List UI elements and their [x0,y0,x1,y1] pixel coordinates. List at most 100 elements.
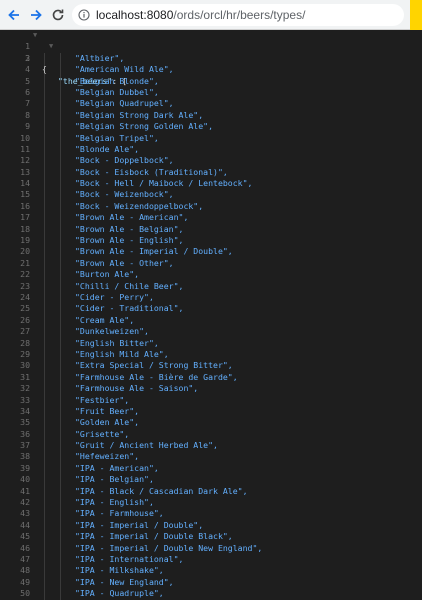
json-string-value: "Altbier", [75,52,125,63]
line-number: 47 [20,553,30,564]
code-line: 26 "Cream Ale", [0,315,422,326]
code-line: 34 "Fruit Beer", [0,406,422,417]
code-line: 42 "IPA - English", [0,497,422,508]
line-number: 5 [25,75,30,86]
code-line: 40 "IPA - Belgian", [0,474,422,485]
code-line: 37 "Gruit / Ancient Herbed Ale", [0,440,422,451]
json-string-value: "IPA - New England", [75,576,174,587]
line-number: 42 [20,497,30,508]
code-line: 8 "Belgian Strong Dark Ale", [0,110,422,121]
code-line: 44 "IPA - Imperial / Double", [0,520,422,531]
line-number: 19 [20,235,30,246]
info-icon[interactable] [78,9,90,21]
line-number: 7 [25,98,30,109]
json-string-value: "IPA - Imperial / Double", [75,519,204,530]
json-string-value: "Fruit Beer", [75,405,140,416]
json-string-value: "Blonde Ale", [75,143,140,154]
code-line: 9 "Belgian Strong Golden Ale", [0,121,422,132]
json-string-value: "English Bitter", [75,337,159,348]
json-string-value: "Bock - Weizendoppelbock", [75,200,204,211]
code-line: 19 "Brown Ale - English", [0,235,422,246]
code-line: 24 "Cider - Perry", [0,292,422,303]
json-string-value: "Grisette", [75,428,130,439]
line-number: 45 [20,531,30,542]
code-line: 31 "Farmhouse Ale - Bière de Garde", [0,372,422,383]
json-viewer: 1 ▼ { 2 ▼ "the_beers": [ 3 "Altbier", 4 "Am… [0,30,422,600]
code-line: 7 "Belgian Quadrupel", [0,98,422,109]
json-string-value: "English Mild Ale", [75,348,169,359]
json-string-value: "Brown Ale - American", [75,212,189,223]
forward-button[interactable] [26,5,46,25]
code-line: 33 "Festbier", [0,395,422,406]
line-number: 6 [25,86,30,97]
line-number: 15 [20,189,30,200]
json-string-value: "Brown Ale - Imperial / Double", [75,246,233,257]
line-number: 44 [20,519,30,530]
code-line: 38 "Hefeweizen", [0,451,422,462]
line-number: 16 [20,200,30,211]
json-string-value: "IPA - Milkshake", [75,565,164,576]
line-number: 14 [20,178,30,189]
code-line: 32 "Farmhouse Ale - Saison", [0,383,422,394]
code-line: 1 ▼ { [0,30,422,74]
line-number: 50 [20,588,30,599]
line-number: 10 [20,132,30,143]
code-line: 21 "Brown Ale - Other", [0,258,422,269]
address-bar[interactable]: localhost:8080/ords/orcl/hr/beers/types/ [72,4,404,26]
arrow-right-icon [31,9,42,21]
json-string-value: "Golden Ale", [75,417,140,428]
url-path: /ords/orcl/hr/beers/types/ [173,8,306,22]
code-line: 46 "IPA - Imperial / Double New England", [0,543,422,554]
line-number: 25 [20,303,30,314]
line-number: 27 [20,326,30,337]
reload-button[interactable] [48,5,68,25]
line-number: 43 [20,508,30,519]
code-line: 45 "IPA - Imperial / Double Black", [0,531,422,542]
json-string-value: "Extra Special / Strong Bitter", [75,360,233,371]
json-string-value: "Cider - Perry", [75,291,154,302]
json-string-value: "IPA - American", [75,462,159,473]
code-line: 14 "Bock - Hell / Maibock / Lentebock", [0,178,422,189]
line-number: 8 [25,109,30,120]
code-line: 15 "Bock - Weizenbock", [0,189,422,200]
line-number: 41 [20,485,30,496]
code-line: 28 "English Bitter", [0,338,422,349]
json-string-value: "Farmhouse Ale - Saison", [75,383,199,394]
json-string-value: "Chilli / Chile Beer", [75,280,184,291]
code-line: 12 "Bock - Doppelbock", [0,155,422,166]
json-string-value: "Bock - Weizenbock", [75,189,174,200]
json-string-value: "Festbier", [75,394,130,405]
code-line: 10 "Belgian Tripel", [0,133,422,144]
line-number: 34 [20,405,30,416]
fold-toggle-icon[interactable]: ▼ [49,41,53,52]
json-string-value: "Belgian Dubbel", [75,86,159,97]
code-line: 49 "IPA - New England", [0,577,422,588]
reload-icon [52,9,64,21]
line-number: 31 [20,371,30,382]
json-string-value: "Belgian Quadrupel", [75,98,174,109]
json-string-value: "IPA - Black / Cascadian Dark Ale", [75,485,248,496]
browser-toolbar: localhost:8080/ords/orcl/hr/beers/types/ [0,0,422,30]
code-line: 23 "Chilli / Chile Beer", [0,281,422,292]
code-line: 6 "Belgian Dubbel", [0,87,422,98]
line-number: 21 [20,257,30,268]
code-line: 39 "IPA - American", [0,463,422,474]
json-string-value: "Brown Ale - Other", [75,257,174,268]
line-number: 40 [20,474,30,485]
code-line: 41 "IPA - Black / Cascadian Dark Ale", [0,486,422,497]
code-line: 30 "Extra Special / Strong Bitter", [0,360,422,371]
code-line: 18 "Brown Ale - Belgian", [0,224,422,235]
fold-toggle-icon[interactable]: ▼ [33,30,37,41]
line-number: 46 [20,542,30,553]
line-number: 26 [20,314,30,325]
code-line: 43 "IPA - Farmhouse", [0,508,422,519]
json-string-value: "IPA - Farmhouse", [75,508,164,519]
line-number: 32 [20,383,30,394]
json-string-value: "Brown Ale - Belgian", [75,223,184,234]
code-line: 25 "Cider - Traditional", [0,303,422,314]
json-string-value: "IPA - Imperial / Double New England", [75,542,263,553]
back-button[interactable] [4,5,24,25]
json-string-value: "American Wild Ale", [75,64,174,75]
line-number: 20 [20,246,30,257]
line-number: 12 [20,155,30,166]
